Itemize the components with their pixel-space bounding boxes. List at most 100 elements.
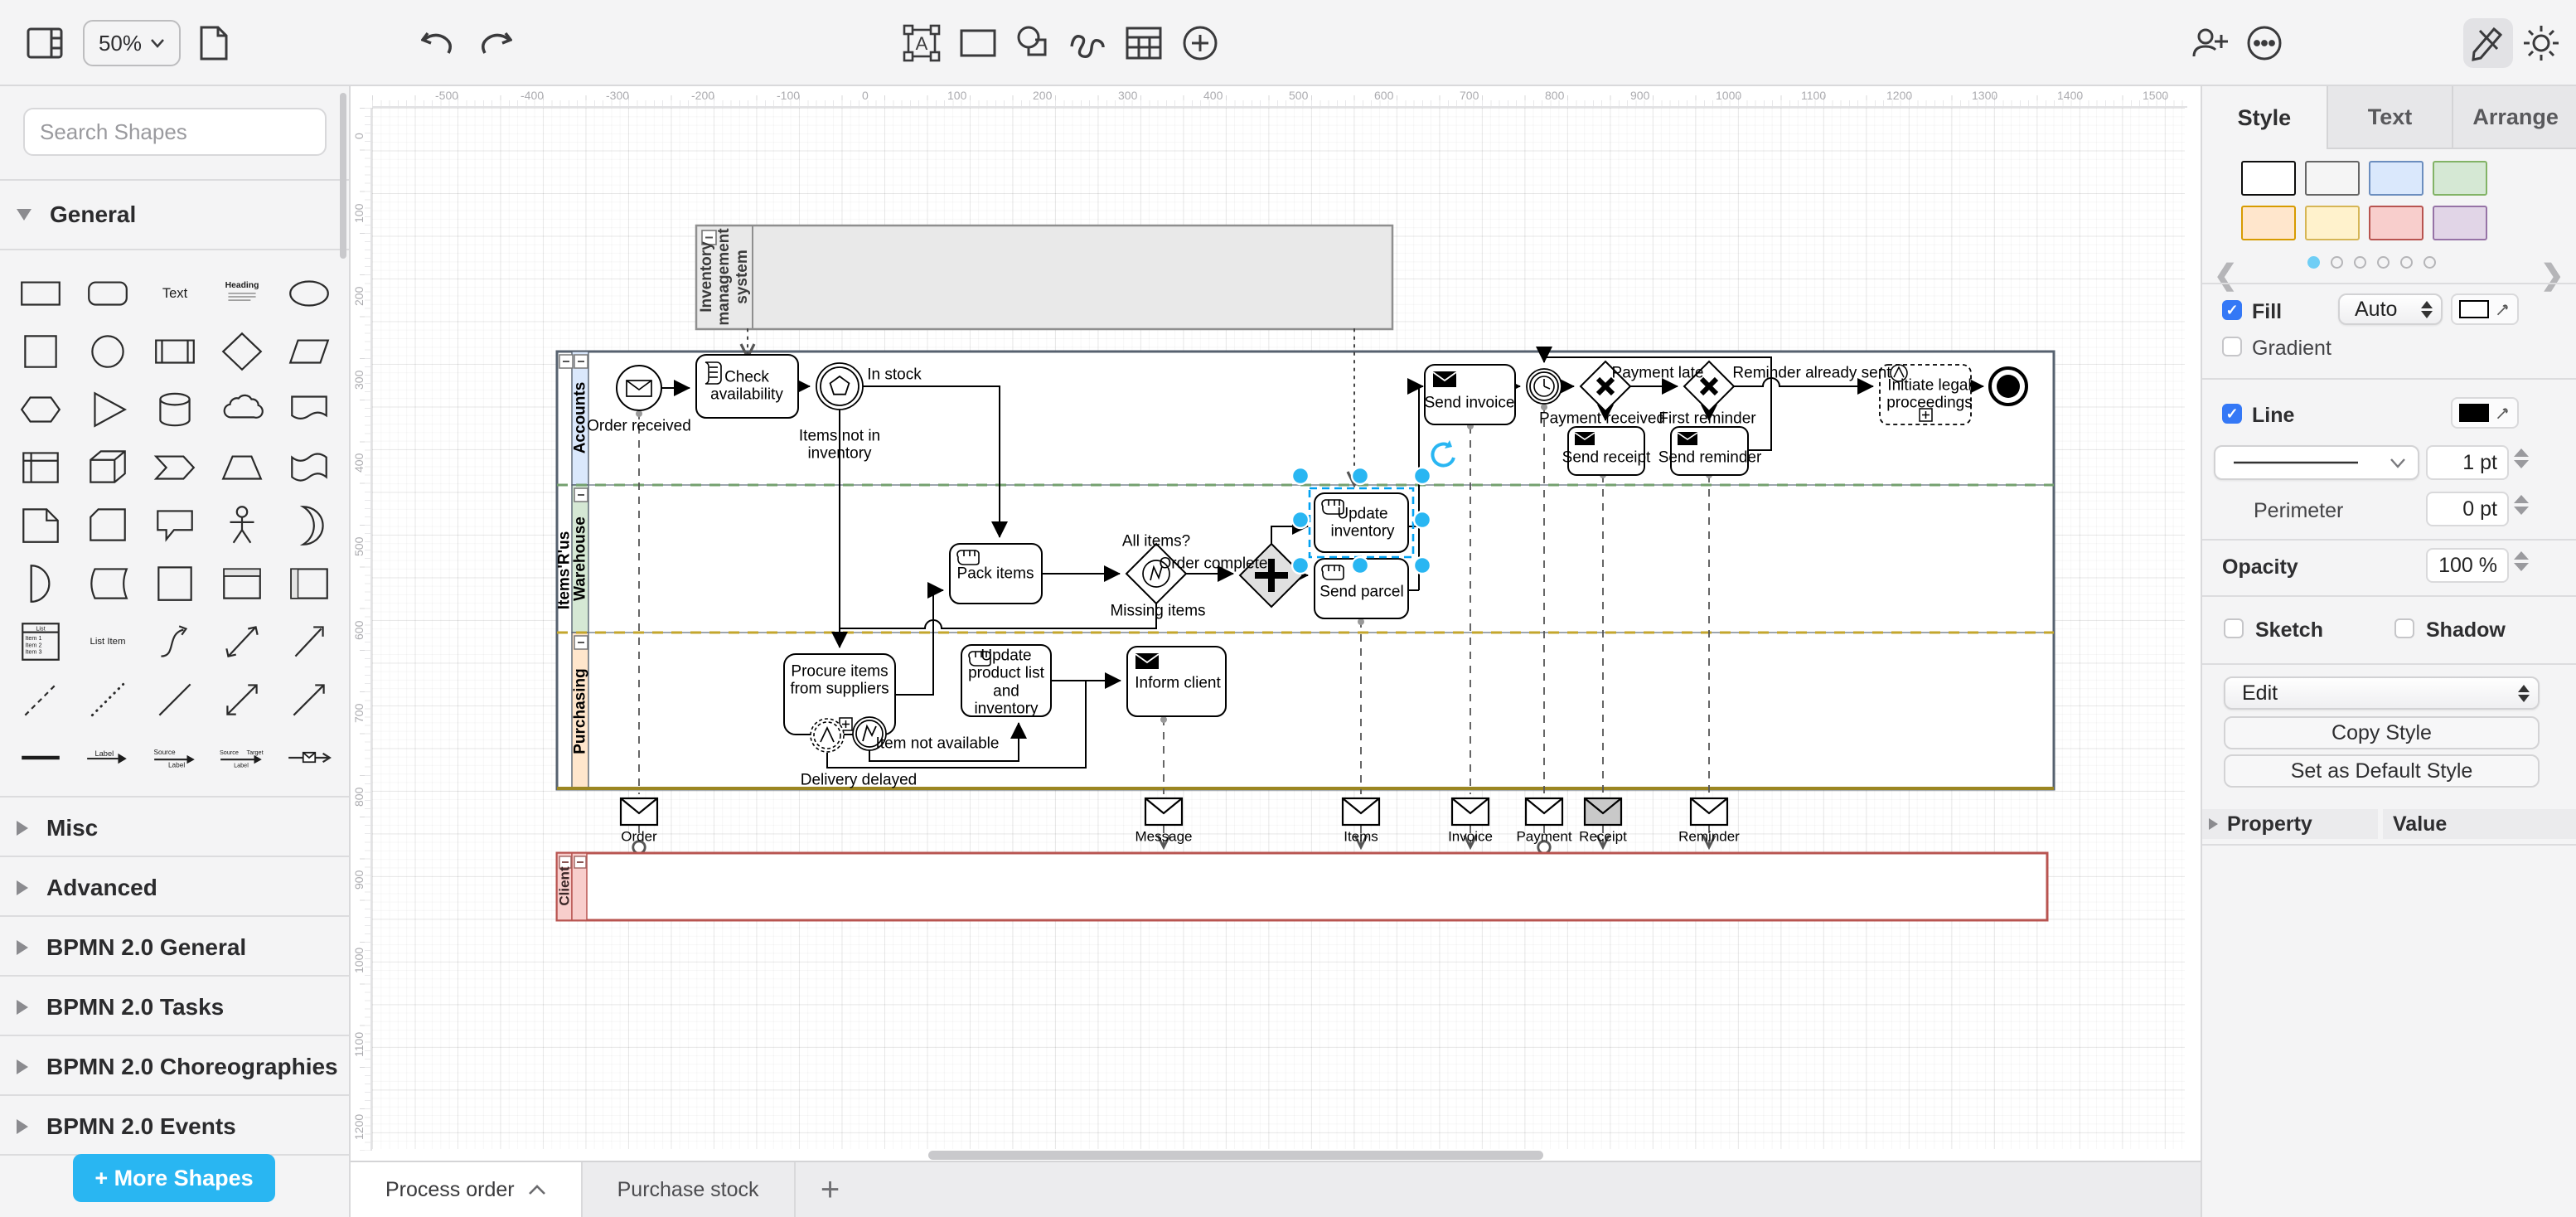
table-tool-icon[interactable]: [1119, 18, 1169, 68]
theme-toggle-icon[interactable]: [2516, 18, 2566, 68]
undo-icon[interactable]: [414, 18, 464, 68]
set-default-style-button[interactable]: Set as Default Style: [2224, 754, 2540, 788]
tab-purchase-stock[interactable]: Purchase stock: [583, 1162, 796, 1217]
event-timer[interactable]: [1527, 369, 1562, 404]
share-icon[interactable]: [2186, 18, 2236, 68]
search-input[interactable]: [40, 119, 317, 145]
shape-sourcearrow[interactable]: SourceLabel: [141, 728, 208, 786]
shape-ellipse[interactable]: [275, 264, 342, 322]
tab-style[interactable]: Style: [2202, 86, 2328, 149]
style-swatch-4[interactable]: [2433, 161, 2487, 196]
shape-hline[interactable]: [7, 728, 74, 786]
pool-client[interactable]: [557, 853, 2047, 920]
section-bpmn-choreographies[interactable]: BPMN 2.0 Choreographies: [0, 1040, 349, 1094]
shape-cube[interactable]: [74, 438, 141, 496]
section-bpmn-tasks[interactable]: BPMN 2.0 Tasks: [0, 980, 349, 1035]
tab-arrange[interactable]: Arrange: [2453, 86, 2576, 149]
shadow-checkbox[interactable]: [2394, 618, 2414, 638]
fill-color-well[interactable]: [2451, 293, 2519, 325]
task-send-receipt[interactable]: [1568, 427, 1644, 475]
carousel-dot-4[interactable]: [2377, 256, 2390, 269]
design-mode-icon[interactable]: [2463, 18, 2513, 68]
fill-checkbox[interactable]: ✓: [2222, 300, 2242, 320]
rectangle-tool-icon[interactable]: [953, 18, 1003, 68]
page-view-icon[interactable]: [189, 18, 239, 68]
event-start-order-received[interactable]: [617, 366, 661, 410]
shape-labelarrow[interactable]: Label: [74, 728, 141, 786]
shape-actor[interactable]: [208, 496, 275, 554]
event-end[interactable]: [1990, 368, 2026, 405]
line-checkbox[interactable]: ✓: [2222, 404, 2242, 424]
shape-cloud[interactable]: [208, 380, 275, 438]
task-pack-items[interactable]: [950, 544, 1042, 604]
shape-data-storage[interactable]: [74, 554, 141, 612]
carousel-right-icon[interactable]: ❯: [2540, 259, 2564, 292]
shape-cylinder[interactable]: [141, 380, 208, 438]
task-update-product-list[interactable]: [961, 645, 1051, 716]
shape-circle[interactable]: [74, 322, 141, 380]
section-advanced[interactable]: Advanced: [0, 861, 349, 915]
section-bpmn-general[interactable]: BPMN 2.0 General: [0, 920, 349, 975]
edit-dropdown[interactable]: Edit: [2224, 676, 2540, 710]
style-swatch-5[interactable]: [2241, 206, 2296, 240]
shape-document[interactable]: [275, 380, 342, 438]
shape-square[interactable]: [7, 322, 74, 380]
sketch-checkbox[interactable]: [2224, 618, 2244, 638]
shape-biline[interactable]: [208, 670, 275, 728]
shape-curve[interactable]: [141, 612, 208, 670]
line-style-dropdown[interactable]: [2214, 445, 2419, 480]
shape-thickarrow[interactable]: [275, 612, 342, 670]
opacity-stepper[interactable]: [2511, 551, 2532, 571]
shape-hexagon[interactable]: [7, 380, 74, 438]
section-misc[interactable]: Misc: [0, 801, 349, 856]
shape-trapezoid[interactable]: [208, 438, 275, 496]
shape-callout[interactable]: [141, 496, 208, 554]
insert-tool-icon[interactable]: [1175, 18, 1225, 68]
section-bpmn-events[interactable]: BPMN 2.0 Events: [0, 1099, 349, 1154]
line-color-well[interactable]: [2451, 397, 2519, 429]
zoom-dropdown[interactable]: 50%: [83, 20, 181, 66]
shape-line[interactable]: [141, 670, 208, 728]
style-swatch-8[interactable]: [2433, 206, 2487, 240]
lane-strip-accounts[interactable]: [572, 352, 588, 485]
task-update-inventory[interactable]: [1315, 493, 1408, 552]
sidebar-scrollbar[interactable]: [340, 93, 346, 259]
shape-or[interactable]: [275, 496, 342, 554]
line-width-stepper[interactable]: [2511, 448, 2532, 468]
shape-heading[interactable]: Heading: [208, 264, 275, 322]
fill-mode-dropdown[interactable]: Auto: [2338, 293, 2443, 325]
toggle-panels-icon[interactable]: [20, 18, 70, 68]
style-swatch-7[interactable]: [2369, 206, 2423, 240]
shape-rrect[interactable]: [74, 264, 141, 322]
style-swatch-6[interactable]: [2305, 206, 2360, 240]
more-options-icon[interactable]: [2239, 18, 2289, 68]
carousel-left-icon[interactable]: ❮: [2214, 259, 2238, 292]
shape-rect[interactable]: [7, 264, 74, 322]
copy-style-button[interactable]: Copy Style: [2224, 716, 2540, 749]
property-header[interactable]: Property: [2202, 809, 2378, 839]
message-shapes[interactable]: [621, 798, 1727, 825]
shape-tape[interactable]: [275, 438, 342, 496]
carousel-dot-1[interactable]: [2307, 256, 2320, 269]
shape-sourcetarget[interactable]: SourceLabelTarget: [208, 728, 275, 786]
more-shapes-button[interactable]: + More Shapes: [73, 1154, 275, 1202]
carousel-dot-5[interactable]: [2400, 256, 2413, 269]
section-general[interactable]: General: [0, 187, 349, 242]
carousel-dot-6[interactable]: [2423, 256, 2436, 269]
add-page-button[interactable]: +: [796, 1162, 865, 1217]
carousel-dot-3[interactable]: [2354, 256, 2366, 269]
tab-text[interactable]: Text: [2328, 86, 2454, 149]
shape-dotted[interactable]: [74, 670, 141, 728]
task-initiate-legal[interactable]: [1880, 365, 1971, 424]
pool-inventory-system[interactable]: [696, 225, 1392, 329]
canvas-horizontal-scrollbar[interactable]: [928, 1151, 1543, 1160]
shape-note[interactable]: [7, 496, 74, 554]
tab-process-order[interactable]: Process order: [351, 1162, 583, 1217]
freehand-tool-icon[interactable]: [1063, 18, 1112, 68]
shape-linkenv[interactable]: [275, 728, 342, 786]
redo-icon[interactable]: [469, 18, 519, 68]
shape-internal-storage[interactable]: [7, 438, 74, 496]
shape-text[interactable]: Text: [141, 264, 208, 322]
event-boundary-item-not-available[interactable]: [853, 717, 886, 750]
task-inform-client[interactable]: [1127, 647, 1226, 716]
